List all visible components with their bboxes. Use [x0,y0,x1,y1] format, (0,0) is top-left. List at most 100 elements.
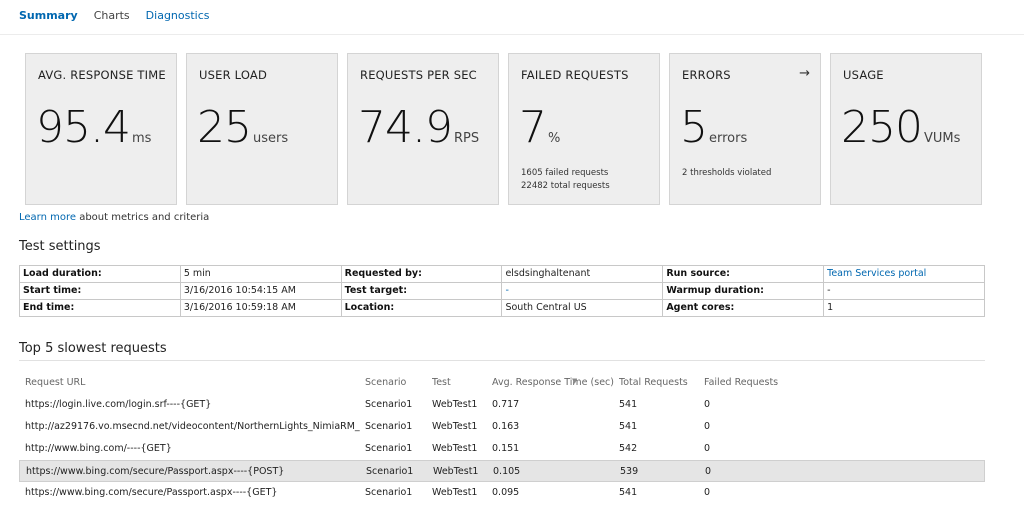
cell-test: WebTest1 [433,466,479,477]
cell-url: http://az29176.vo.msecnd.net/videoconten… [25,421,360,432]
table-row[interactable]: http://az29176.vo.msecnd.net/videoconten… [19,416,985,438]
cell-scenario: Scenario1 [365,399,413,410]
settings-value: 1 [823,299,985,317]
settings-label: Run source: [662,265,825,283]
tile-user-load: USER LOAD 25 users [186,53,338,205]
settings-row: Start time: 3/16/2016 10:54:15 AM Test t… [19,282,985,300]
settings-value: 5 min [179,265,342,283]
tile-usage: USAGE 250 VUMs [830,53,982,205]
cell-avg-response: 0.163 [492,421,520,432]
cell-scenario: Scenario1 [366,466,414,477]
table-row[interactable]: https://login.live.com/login.srf----{GET… [19,394,985,416]
slowest-requests-heading: Top 5 slowest requests [19,341,167,356]
learn-more-suffix: about metrics and criteria [76,212,210,223]
tile-title: USER LOAD [199,68,267,82]
cell-scenario: Scenario1 [365,443,413,454]
table-row[interactable]: http://www.bing.com/----{GET} Scenario1 … [19,438,985,460]
tile-title: ERRORS [682,68,731,82]
settings-label: Agent cores: [662,299,825,317]
cell-total-requests: 541 [619,399,638,410]
run-source-link[interactable]: Team Services portal [823,265,985,283]
cell-total-requests: 541 [619,421,638,432]
cell-avg-response: 0.151 [492,443,520,454]
tile-failed-requests: FAILED REQUESTS 7% 1605 failed requests … [508,53,660,205]
tile-value: 7 [519,102,547,153]
tile-value: 250 [841,102,923,153]
slowest-table-header: Request URL Scenario Test Avg. Response … [19,375,985,391]
cell-avg-response: 0.095 [492,487,520,498]
tile-value: 25 [197,102,252,153]
tile-requests-per-sec: REQUESTS PER SEC 74.9 RPS [347,53,499,205]
learn-more-text: Learn more about metrics and criteria [19,212,209,223]
settings-label: End time: [19,299,181,317]
cell-test: WebTest1 [432,443,478,454]
settings-label: Start time: [19,282,181,300]
cell-scenario: Scenario1 [365,421,413,432]
cell-failed-requests: 0 [704,399,711,410]
settings-value: elsdsinghaltenant [501,265,664,283]
settings-label: Requested by: [340,265,503,283]
tab-divider [0,34,1024,35]
settings-value: 3/16/2016 10:54:15 AM [179,282,342,300]
cell-scenario: Scenario1 [365,487,413,498]
column-header-scenario[interactable]: Scenario [365,377,406,388]
settings-row: End time: 3/16/2016 10:59:18 AM Location… [19,299,985,317]
tile-sub-thresholds: 2 thresholds violated [682,168,772,178]
settings-label: Location: [340,299,503,317]
table-row-selected[interactable]: https://www.bing.com/secure/Passport.asp… [19,460,985,482]
settings-value: - [823,282,985,300]
tile-title: FAILED REQUESTS [521,68,629,82]
cell-total-requests: 542 [619,443,638,454]
column-header-failed-requests[interactable]: Failed Requests [704,377,778,388]
tile-title: REQUESTS PER SEC [360,68,477,82]
tab-diagnostics[interactable]: Diagnostics [146,8,210,26]
cell-total-requests: 541 [619,487,638,498]
column-header-test[interactable]: Test [432,377,451,388]
cell-url: https://login.live.com/login.srf----{GET… [25,399,212,410]
tab-charts[interactable]: Charts [94,8,130,26]
settings-label: Warmup duration: [662,282,825,300]
tile-sub-failed: 1605 failed requests [521,168,609,178]
metric-tiles: AVG. RESPONSE TIME 95.4 ms USER LOAD 25 us… [25,53,991,205]
test-target-value[interactable]: - [501,282,664,300]
tab-bar: Summary Charts Diagnostics [19,8,226,26]
cell-avg-response: 0.105 [493,466,521,477]
tile-unit: users [253,131,289,146]
cell-url: http://www.bing.com/----{GET} [25,443,172,454]
tile-errors[interactable]: ERRORS → 5 errors 2 thresholds violated [669,53,821,205]
cell-total-requests: 539 [620,466,639,477]
table-row[interactable]: https://www.bing.com/secure/Passport.asp… [19,482,985,504]
settings-label: Test target: [340,282,503,300]
tile-unit: errors [709,131,748,146]
cell-test: WebTest1 [432,487,478,498]
tile-value: 5 [680,102,708,153]
cell-url: https://www.bing.com/secure/Passport.asp… [25,487,278,498]
tile-unit: RPS [453,131,480,146]
cell-url: https://www.bing.com/secure/Passport.asp… [26,466,285,477]
tab-summary[interactable]: Summary [19,8,78,26]
tile-sub-total: 22482 total requests [521,181,610,191]
tile-value: 74.9 [358,102,453,153]
cell-test: WebTest1 [432,421,478,432]
settings-row: Load duration: 5 min Requested by: elsds… [19,265,985,283]
section-divider [19,360,985,361]
tile-unit: VUMs [923,131,961,146]
tile-unit: ms [131,131,152,146]
tile-unit: % [548,131,561,146]
tile-title: USAGE [843,68,884,82]
test-settings-table: Load duration: 5 min Requested by: elsds… [19,265,985,317]
learn-more-link[interactable]: Learn more [19,212,76,223]
cell-failed-requests: 0 [704,443,711,454]
sort-descending-icon: ▼ [572,377,578,385]
column-header-total-requests[interactable]: Total Requests [619,377,688,388]
cell-avg-response: 0.717 [492,399,520,410]
cell-failed-requests: 0 [704,487,711,498]
cell-failed-requests: 0 [705,466,712,477]
cell-test: WebTest1 [432,399,478,410]
settings-label: Load duration: [19,265,181,283]
arrow-right-icon[interactable]: → [799,66,810,81]
column-header-avg-response[interactable]: Avg. Response Time (sec) [492,377,614,388]
settings-value: South Central US [501,299,664,317]
settings-value: 3/16/2016 10:59:18 AM [179,299,342,317]
column-header-url[interactable]: Request URL [25,377,360,388]
